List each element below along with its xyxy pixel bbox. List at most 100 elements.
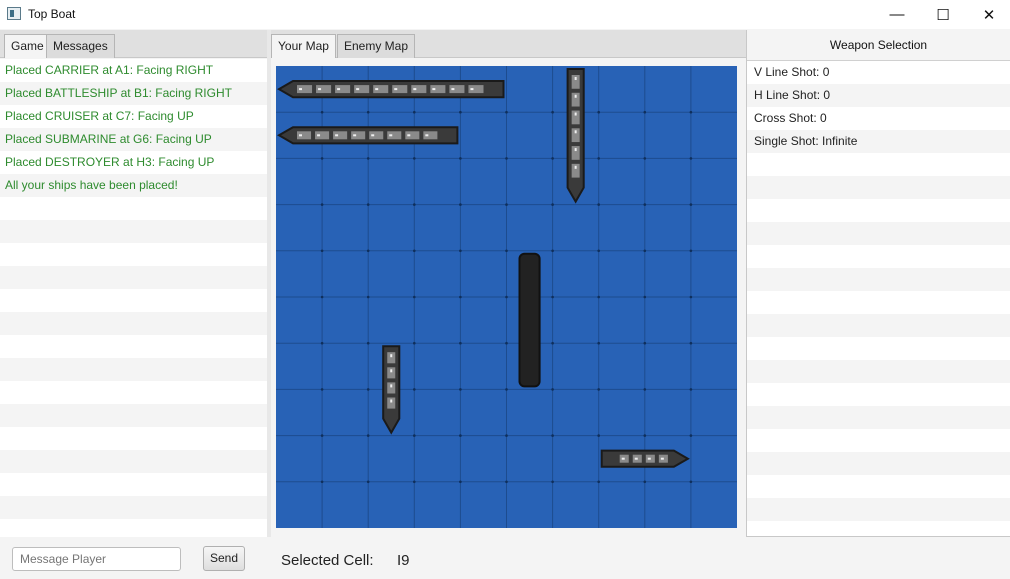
grid-node [597,110,600,114]
grid-node [413,388,416,391]
left-tab-bar: Game Messages [0,30,267,58]
grid-node [551,388,554,391]
grid-node [366,480,370,484]
split-divider-left[interactable] [267,30,271,537]
grid-node [320,434,324,437]
grid-node [505,295,508,299]
weapon-selection-panel: Weapon Selection V Line Shot: 0 H Line S… [746,30,1010,537]
empty-row [0,220,267,243]
empty-row [747,360,1010,383]
grid-node [459,110,462,114]
grid-node [366,249,370,253]
send-button[interactable]: Send [203,546,245,571]
your-map-grid[interactable] [276,66,737,528]
tab-messages[interactable]: Messages [46,34,115,58]
deck-light [299,134,302,137]
grid-node [459,295,462,299]
grid-node [551,480,554,484]
empty-row [747,153,1010,176]
grid-node [505,249,508,253]
weapon-item-single[interactable]: Single Shot: Infinite [747,130,1010,153]
ship-destroyer[interactable] [382,345,401,435]
ship-destroyer-2[interactable] [600,449,690,468]
grid-node [320,295,324,299]
title-bar: Top Boat — ☐ ✕ [0,0,1010,29]
selected-cell-label: Selected Cell: [281,552,374,569]
deck-light [574,130,577,134]
deck-light [335,134,339,137]
deck-light [353,134,357,137]
empty-row [747,498,1010,521]
grid-node [320,249,324,253]
grid-node [413,341,416,345]
weapon-item-v-line[interactable]: V Line Shot: 0 [747,61,1010,84]
empty-row [0,519,267,537]
tab-game[interactable]: Game [4,34,51,58]
deck-light [390,384,393,388]
grid-node [551,434,554,437]
grid-node [366,203,370,206]
grid-node [459,480,462,484]
empty-row [747,245,1010,268]
grid-node [459,434,462,437]
grid-node [643,249,647,253]
grid-node [320,110,324,114]
map-canvas[interactable] [276,66,737,528]
grid-node [643,295,647,299]
empty-row [0,496,267,519]
grid-node [505,480,508,484]
ship-carrier[interactable] [277,80,505,99]
empty-row [747,429,1010,452]
ship-submarine[interactable] [518,252,541,388]
empty-row [747,176,1010,199]
deck-light [318,88,322,91]
grid-node [505,388,508,391]
grid-node [413,157,416,160]
grid-node [643,341,647,345]
minimize-button[interactable]: — [874,0,920,29]
maximize-button[interactable]: ☐ [920,0,966,29]
grid-node [551,295,554,299]
grid-node [597,295,600,299]
empty-row [747,383,1010,406]
deck-light [299,88,302,91]
list-item[interactable]: All your ships have been placed! [0,174,267,197]
ship-cruiser[interactable] [566,68,585,204]
grid-node [459,388,462,391]
deck-light [390,399,393,403]
list-item[interactable]: Placed BATTLESHIP at B1: Facing RIGHT [0,82,267,105]
deck-light [425,134,429,137]
grid-node [551,249,554,253]
weapon-item-cross[interactable]: Cross Shot: 0 [747,107,1010,130]
list-item[interactable]: Placed DESTROYER at H3: Facing UP [0,151,267,174]
deck-light [394,88,398,91]
app-icon [7,7,21,20]
grid-node [551,341,554,345]
message-input[interactable] [12,547,181,571]
empty-row [747,268,1010,291]
tab-your-map[interactable]: Your Map [271,34,336,58]
empty-row [0,197,267,220]
grid-node [505,157,508,160]
deck-light [451,88,455,91]
weapon-item-h-line[interactable]: H Line Shot: 0 [747,84,1010,107]
deck-light [356,88,360,91]
list-item[interactable]: Placed CRUISER at C7: Facing UP [0,105,267,128]
weapon-list[interactable]: V Line Shot: 0 H Line Shot: 0 Cross Shot… [747,61,1010,521]
grid-node [505,110,508,114]
grid-node [413,480,416,484]
grid-node [413,249,416,253]
grid-node [597,157,600,160]
game-log-list[interactable]: Placed CARRIER at A1: Facing RIGHT Place… [0,59,267,537]
grid-node [320,480,324,484]
grid-node [366,388,370,391]
close-button[interactable]: ✕ [966,0,1010,29]
list-item[interactable]: Placed CARRIER at A1: Facing RIGHT [0,59,267,82]
grid-node [689,388,693,391]
grid-node [505,203,508,206]
deck-light [389,134,393,137]
ship-battleship[interactable] [277,126,459,145]
empty-row [0,335,267,358]
tab-enemy-map[interactable]: Enemy Map [337,34,416,58]
list-item[interactable]: Placed SUBMARINE at G6: Facing UP [0,128,267,151]
